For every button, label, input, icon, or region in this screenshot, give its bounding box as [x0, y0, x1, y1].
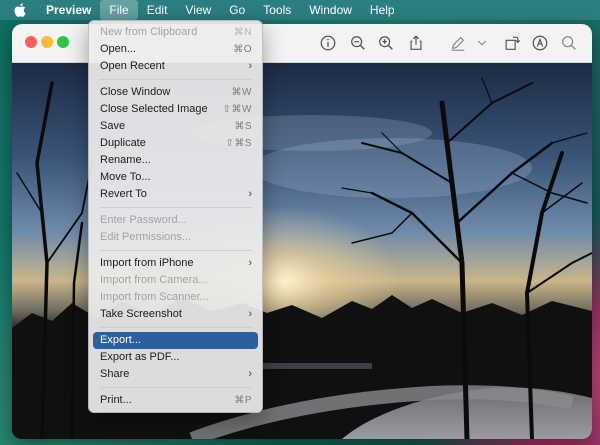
chevron-right-icon: › [248, 60, 252, 72]
shortcut-label: ⇧⌘S [225, 138, 252, 149]
markup-pen-icon[interactable] [448, 33, 468, 53]
menu-item-revert-to[interactable]: Revert To › [89, 186, 262, 203]
menu-item-label: Rename... [100, 154, 151, 166]
zoom-window-button[interactable] [57, 36, 69, 48]
menu-item-open[interactable]: Open... ⌘O [89, 41, 262, 58]
menu-item-label: Open Recent [100, 60, 165, 72]
menu-item-import-from-camera: Import from Camera... [89, 272, 262, 289]
menu-separator [99, 387, 252, 388]
menu-tools[interactable]: Tools [254, 0, 300, 20]
menu-separator [99, 327, 252, 328]
shortcut-label: ⌘N [233, 27, 252, 38]
menu-item-label: Close Window [100, 86, 171, 98]
shortcut-label: ⌘P [234, 395, 252, 406]
menu-help[interactable]: Help [361, 0, 404, 20]
shortcut-label: ⇧⌘W [222, 104, 252, 115]
menu-item-close-window[interactable]: Close Window ⌘W [89, 84, 262, 101]
menu-item-duplicate[interactable]: Duplicate ⇧⌘S [89, 135, 262, 152]
minimize-window-button[interactable] [41, 36, 53, 48]
menu-item-label: Export as PDF... [100, 351, 180, 363]
info-icon[interactable] [318, 33, 338, 53]
menu-item-label: Import from iPhone [100, 257, 194, 269]
menu-item-enter-password: Enter Password... [89, 212, 262, 229]
menu-separator [99, 207, 252, 208]
chevron-down-icon[interactable] [476, 33, 488, 53]
shortcut-label: ⌘O [233, 44, 252, 55]
menu-separator [99, 250, 252, 251]
menu-item-close-selected-image[interactable]: Close Selected Image ⇧⌘W [89, 101, 262, 118]
share-icon[interactable] [406, 33, 426, 53]
menu-go[interactable]: Go [220, 0, 254, 20]
menu-item-import-from-iphone[interactable]: Import from iPhone › [89, 255, 262, 272]
menu-item-new-from-clipboard: New from Clipboard ⌘N [89, 24, 262, 41]
chevron-right-icon: › [248, 257, 252, 269]
menu-item-label: New from Clipboard [100, 26, 198, 38]
menu-item-label: Take Screenshot [100, 308, 182, 320]
menu-item-edit-permissions: Edit Permissions... [89, 229, 262, 246]
chevron-right-icon: › [248, 188, 252, 200]
menu-bar: Preview File Edit View Go Tools Window H… [0, 0, 600, 20]
rotate-icon[interactable] [502, 33, 522, 53]
menu-edit[interactable]: Edit [138, 0, 177, 20]
zoom-out-icon[interactable] [348, 33, 368, 53]
menu-file[interactable]: File [100, 0, 138, 20]
file-menu-dropdown: New from Clipboard ⌘N Open... ⌘O Open Re… [88, 20, 263, 413]
menu-item-label: Revert To [100, 188, 147, 200]
menu-separator [99, 79, 252, 80]
menu-item-label: Enter Password... [100, 214, 187, 226]
menu-item-label: Share [100, 368, 130, 380]
menu-item-import-from-scanner: Import from Scanner... [89, 289, 262, 306]
menu-item-label: Edit Permissions... [100, 231, 192, 243]
menu-item-take-screenshot[interactable]: Take Screenshot › [89, 306, 262, 323]
apple-icon[interactable] [14, 3, 30, 17]
menu-item-label: Duplicate [100, 137, 146, 149]
menu-item-save[interactable]: Save ⌘S [89, 118, 262, 135]
menu-item-move-to[interactable]: Move To... [89, 169, 262, 186]
search-icon[interactable] [559, 33, 579, 53]
menu-item-share[interactable]: Share › [89, 366, 262, 383]
shortcut-label: ⌘S [234, 121, 252, 132]
menu-item-label: Import from Camera... [100, 274, 208, 286]
menu-item-label: Open... [100, 43, 137, 55]
menu-window[interactable]: Window [300, 0, 361, 20]
menu-item-label: Save [100, 120, 126, 132]
chevron-right-icon: › [248, 308, 252, 320]
menu-item-print[interactable]: Print... ⌘P [89, 392, 262, 409]
menu-item-label: Import from Scanner... [100, 291, 209, 303]
zoom-in-icon[interactable] [376, 33, 396, 53]
menu-view[interactable]: View [176, 0, 220, 20]
menu-item-label: Print... [100, 394, 132, 406]
menu-item-export[interactable]: Export... [93, 332, 258, 349]
menu-item-open-recent[interactable]: Open Recent › [89, 58, 262, 75]
chevron-right-icon: › [248, 368, 252, 380]
menu-item-rename[interactable]: Rename... [89, 152, 262, 169]
menu-item-label: Move To... [100, 171, 151, 183]
menu-item-export-as-pdf[interactable]: Export as PDF... [89, 349, 262, 366]
shortcut-label: ⌘W [231, 87, 252, 98]
menu-item-label: Export... [100, 334, 141, 346]
markup-toolbar-icon[interactable] [530, 33, 550, 53]
menu-item-label: Close Selected Image [100, 103, 208, 115]
menu-preview[interactable]: Preview [44, 0, 100, 20]
close-window-button[interactable] [25, 36, 37, 48]
